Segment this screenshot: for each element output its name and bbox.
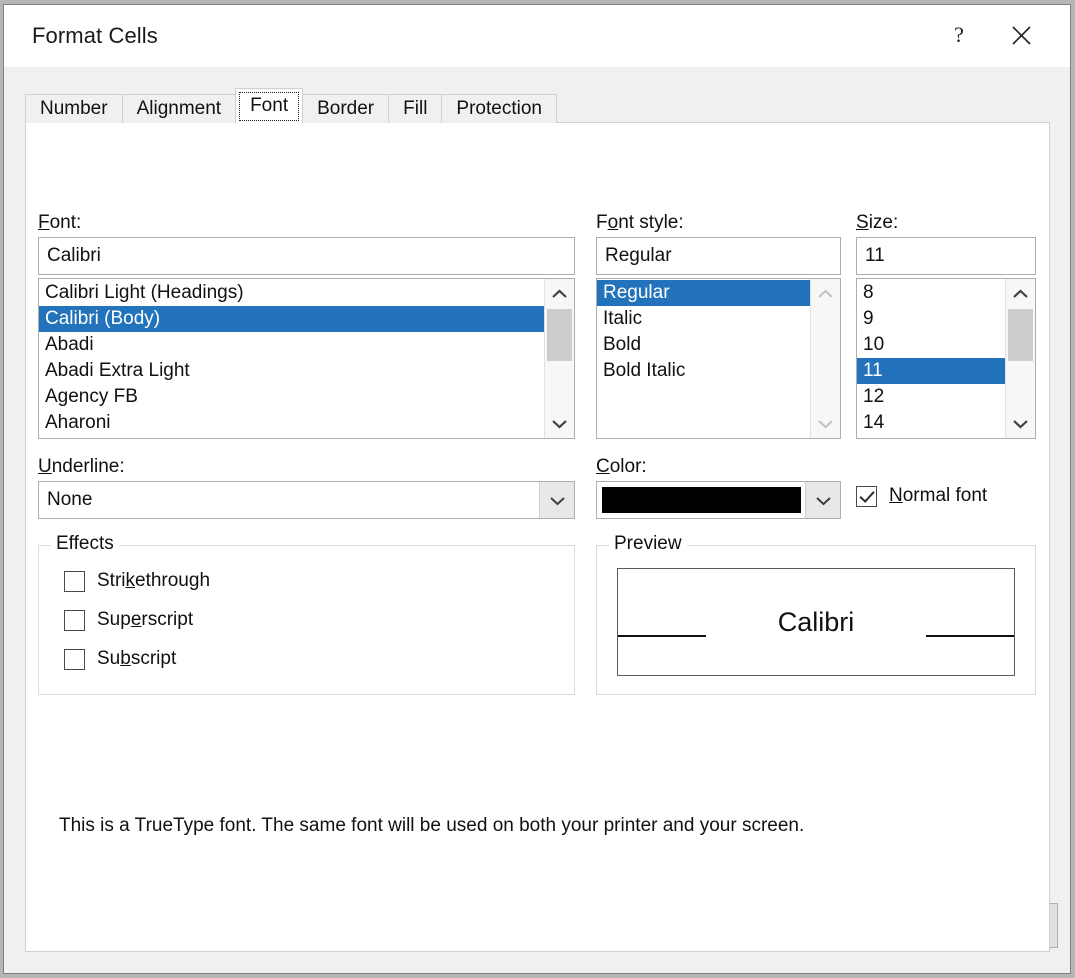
font-style-input[interactable]: Regular [596, 237, 841, 275]
question-mark-icon: ? [954, 22, 964, 47]
scroll-thumb[interactable] [547, 309, 572, 361]
font-description: This is a TrueType font. The same font w… [59, 815, 805, 836]
font-name-input[interactable]: Calibri [38, 237, 575, 275]
preview-rule-right [926, 635, 1014, 637]
font-list-items: Calibri Light (Headings) Calibri (Body) … [39, 279, 544, 438]
size-list[interactable]: 8 9 10 11 12 14 [856, 278, 1036, 439]
font-style-list-items: Regular Italic Bold Bold Italic [597, 279, 810, 438]
preview-group-title: Preview [609, 533, 687, 555]
checkbox-icon [64, 570, 85, 592]
list-item[interactable]: Abadi [39, 332, 544, 358]
underline-value: None [47, 489, 93, 510]
effects-group: Effects Strikethrough Superscript Subscr… [38, 533, 575, 695]
tab-label: Number [40, 98, 108, 119]
strikethrough-label: Strikethrough [97, 570, 211, 591]
list-item[interactable]: 9 [857, 306, 1005, 332]
checkbox-icon [64, 648, 85, 670]
font-list[interactable]: Calibri Light (Headings) Calibri (Body) … [38, 278, 575, 439]
scroll-down-icon[interactable] [1006, 410, 1035, 436]
list-item[interactable]: 14 [857, 410, 1005, 436]
scroll-down-icon [811, 410, 840, 436]
list-item[interactable]: Regular [597, 280, 810, 306]
list-item[interactable]: Calibri (Body) [39, 306, 544, 332]
scroll-down-icon[interactable] [545, 410, 574, 436]
tab-font[interactable]: Font [235, 88, 304, 124]
font-style-value: Regular [605, 245, 672, 266]
close-icon [1011, 25, 1031, 45]
preview-cell: Calibri [617, 568, 1015, 676]
tab-label: Protection [456, 98, 542, 119]
preview-text: Calibri [761, 606, 871, 638]
effects-group-title: Effects [51, 533, 119, 555]
dialog-body: Number Alignment Font Border Fill Protec… [4, 67, 1070, 973]
chevron-down-icon[interactable] [539, 482, 574, 518]
font-tab-page: Font: Calibri Calibri Light (Headings) C… [25, 122, 1050, 952]
superscript-checkbox[interactable]: Superscript [64, 609, 193, 631]
superscript-label: Superscript [97, 609, 194, 630]
chevron-down-icon[interactable] [805, 482, 840, 518]
scroll-up-icon [811, 281, 840, 307]
size-list-items: 8 9 10 11 12 14 [857, 279, 1005, 438]
font-name-value: Calibri [47, 245, 101, 266]
tab-border[interactable]: Border [302, 94, 390, 123]
underline-label: Underline: [38, 456, 125, 477]
tab-strip: Number Alignment Font Border Fill Protec… [25, 88, 1050, 124]
list-item[interactable]: Abadi Extra Light [39, 358, 544, 384]
tab-alignment[interactable]: Alignment [121, 94, 237, 123]
strikethrough-checkbox[interactable]: Strikethrough [64, 570, 210, 592]
list-item[interactable]: Agency FB [39, 384, 544, 410]
size-label: Size: [856, 212, 899, 233]
scroll-up-icon[interactable] [1006, 281, 1035, 307]
normal-font-checkbox[interactable]: Normal font [856, 485, 987, 507]
tab-label: Font [250, 95, 289, 116]
color-dropdown[interactable] [596, 481, 841, 519]
list-item[interactable]: Bold Italic [597, 358, 810, 384]
help-button[interactable]: ? [928, 5, 990, 65]
list-item[interactable]: Bold [597, 332, 810, 358]
tab-label: Alignment [136, 98, 222, 119]
font-label: Font: [38, 212, 82, 233]
subscript-label: Subscript [97, 648, 177, 669]
color-label: Color: [596, 456, 647, 477]
window-title: Format Cells [32, 23, 158, 48]
list-item[interactable]: 10 [857, 332, 1005, 358]
size-value: 11 [865, 245, 885, 266]
list-item[interactable]: Calibri Light (Headings) [39, 280, 544, 306]
size-input[interactable]: 11 [856, 237, 1036, 275]
tab-label: Fill [403, 98, 428, 119]
font-style-list[interactable]: Regular Italic Bold Bold Italic [596, 278, 841, 439]
font-style-label: Font style: [596, 212, 684, 233]
title-bar: Format Cells ? [4, 5, 1070, 67]
color-swatch-icon [602, 487, 801, 513]
tab-number[interactable]: Number [25, 94, 123, 123]
tab-protection[interactable]: Protection [441, 94, 557, 123]
underline-dropdown[interactable]: None [38, 481, 575, 519]
scroll-up-icon[interactable] [545, 281, 574, 307]
list-item[interactable]: 8 [857, 280, 1005, 306]
font-list-scrollbar[interactable] [544, 279, 574, 438]
scroll-thumb[interactable] [1008, 309, 1033, 361]
checkbox-icon [64, 609, 85, 631]
checkbox-icon [856, 485, 877, 507]
list-item[interactable]: Italic [597, 306, 810, 332]
tab-fill[interactable]: Fill [388, 94, 443, 123]
preview-rule-left [618, 635, 706, 637]
size-list-scrollbar[interactable] [1005, 279, 1035, 438]
close-button[interactable] [990, 5, 1052, 65]
list-item[interactable]: 11 [857, 358, 1005, 384]
subscript-checkbox[interactable]: Subscript [64, 648, 176, 670]
list-item[interactable]: 12 [857, 384, 1005, 410]
tab-label: Border [317, 98, 375, 119]
font-style-list-scrollbar [810, 279, 840, 438]
normal-font-label: Normal font [889, 485, 988, 506]
format-cells-dialog: Format Cells ? Number Alignment Font Bor… [3, 4, 1071, 974]
preview-group: Preview Calibri [596, 533, 1036, 695]
list-item[interactable]: Aharoni [39, 410, 544, 436]
